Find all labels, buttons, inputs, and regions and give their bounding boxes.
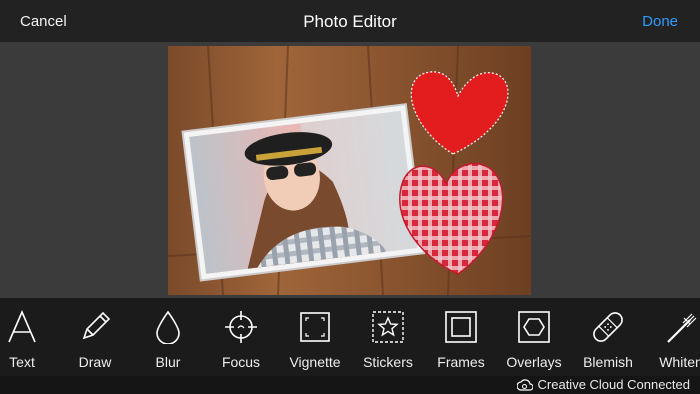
done-button[interactable]: Done [642,13,678,30]
editor-canvas [0,42,700,298]
status-bar: Creative Cloud Connected [0,376,700,394]
crosshair-icon [225,311,257,343]
creative-cloud-icon [516,378,533,391]
photo-preview[interactable] [168,46,531,295]
droplet-icon [156,310,180,344]
tool-overlays[interactable]: Overlays [497,298,571,376]
toothbrush-icon [667,313,697,343]
hexagon-overlay-icon [518,311,550,343]
top-navigation-bar: Cancel Photo Editor Done [0,0,700,42]
creative-cloud-status: Creative Cloud Connected [516,377,690,392]
tool-label: Whiten [659,354,700,370]
tool-whiten[interactable]: Whiten [644,298,700,376]
frame-icon [445,311,477,343]
status-text: Creative Cloud Connected [537,377,690,392]
tool-focus[interactable]: Focus [204,298,278,376]
star-sticker-icon [372,311,404,343]
pencil-icon [82,311,111,340]
text-icon [8,310,36,343]
tools-toolbar: Text Draw Blur Focus Vignette Stickers F… [0,298,700,376]
bandage-icon [593,312,623,342]
page-title: Photo Editor [303,12,397,31]
vignette-icon [300,312,330,342]
